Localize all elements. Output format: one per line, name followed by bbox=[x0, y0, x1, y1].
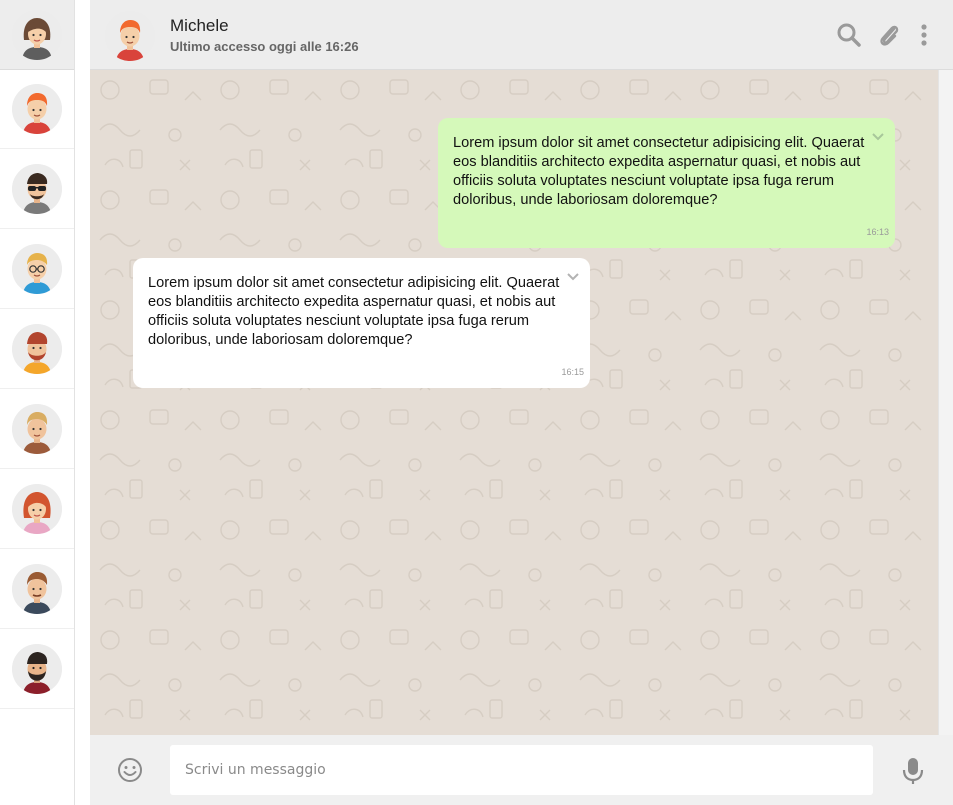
contact-name: Michele bbox=[170, 16, 229, 35]
contact-item[interactable] bbox=[0, 229, 74, 309]
contact-item[interactable] bbox=[0, 469, 74, 549]
chevron-down-icon[interactable] bbox=[566, 272, 580, 282]
contact-avatar bbox=[12, 163, 62, 214]
received-message-bubble[interactable]: Lorem ipsum dolor sit amet consectetur a… bbox=[133, 258, 590, 388]
chat-scrollbar[interactable] bbox=[938, 70, 953, 735]
last-seen-status: Ultimo accesso oggi alle 16:26 bbox=[170, 39, 359, 54]
contact-avatar bbox=[12, 323, 62, 374]
contact-item[interactable] bbox=[0, 309, 74, 389]
contact-avatar bbox=[12, 563, 62, 614]
contact-item[interactable] bbox=[0, 389, 74, 469]
menu-dots-icon[interactable] bbox=[916, 22, 932, 48]
contact-item[interactable] bbox=[0, 549, 74, 629]
contact-list bbox=[0, 70, 74, 709]
contacts-sidebar bbox=[0, 0, 75, 805]
contact-avatar bbox=[12, 243, 62, 294]
sent-message-bubble[interactable]: Lorem ipsum dolor sit amet consectetur a… bbox=[438, 118, 895, 248]
sidebar-header bbox=[0, 0, 74, 70]
contact-avatar bbox=[12, 84, 62, 134]
chevron-down-icon[interactable] bbox=[871, 132, 885, 142]
contact-item[interactable] bbox=[0, 149, 74, 229]
chat-messages-area[interactable]: Lorem ipsum dolor sit amet consectetur a… bbox=[90, 70, 938, 735]
contact-item[interactable] bbox=[0, 70, 74, 149]
message-input[interactable] bbox=[170, 745, 873, 795]
message-text: Lorem ipsum dolor sit amet consectetur a… bbox=[148, 275, 560, 348]
microphone-icon[interactable] bbox=[902, 757, 924, 785]
chat-app: Michele Ultimo accesso oggi alle 16:26 L… bbox=[0, 0, 953, 805]
emoji-icon[interactable] bbox=[117, 757, 143, 783]
message-time: 16:13 bbox=[866, 227, 889, 237]
contact-avatar bbox=[12, 403, 62, 454]
contact-item[interactable] bbox=[0, 629, 74, 709]
message-composer bbox=[90, 735, 953, 805]
contact-avatar bbox=[12, 483, 62, 534]
search-icon[interactable] bbox=[836, 22, 862, 48]
contact-avatar bbox=[12, 643, 62, 694]
user-avatar[interactable] bbox=[12, 9, 62, 60]
message-text: Lorem ipsum dolor sit amet consectetur a… bbox=[453, 135, 865, 208]
contact-avatar[interactable] bbox=[105, 11, 155, 61]
paperclip-icon[interactable] bbox=[876, 22, 902, 48]
message-time: 16:15 bbox=[561, 367, 584, 377]
chat-header: Michele Ultimo accesso oggi alle 16:26 bbox=[90, 0, 953, 70]
